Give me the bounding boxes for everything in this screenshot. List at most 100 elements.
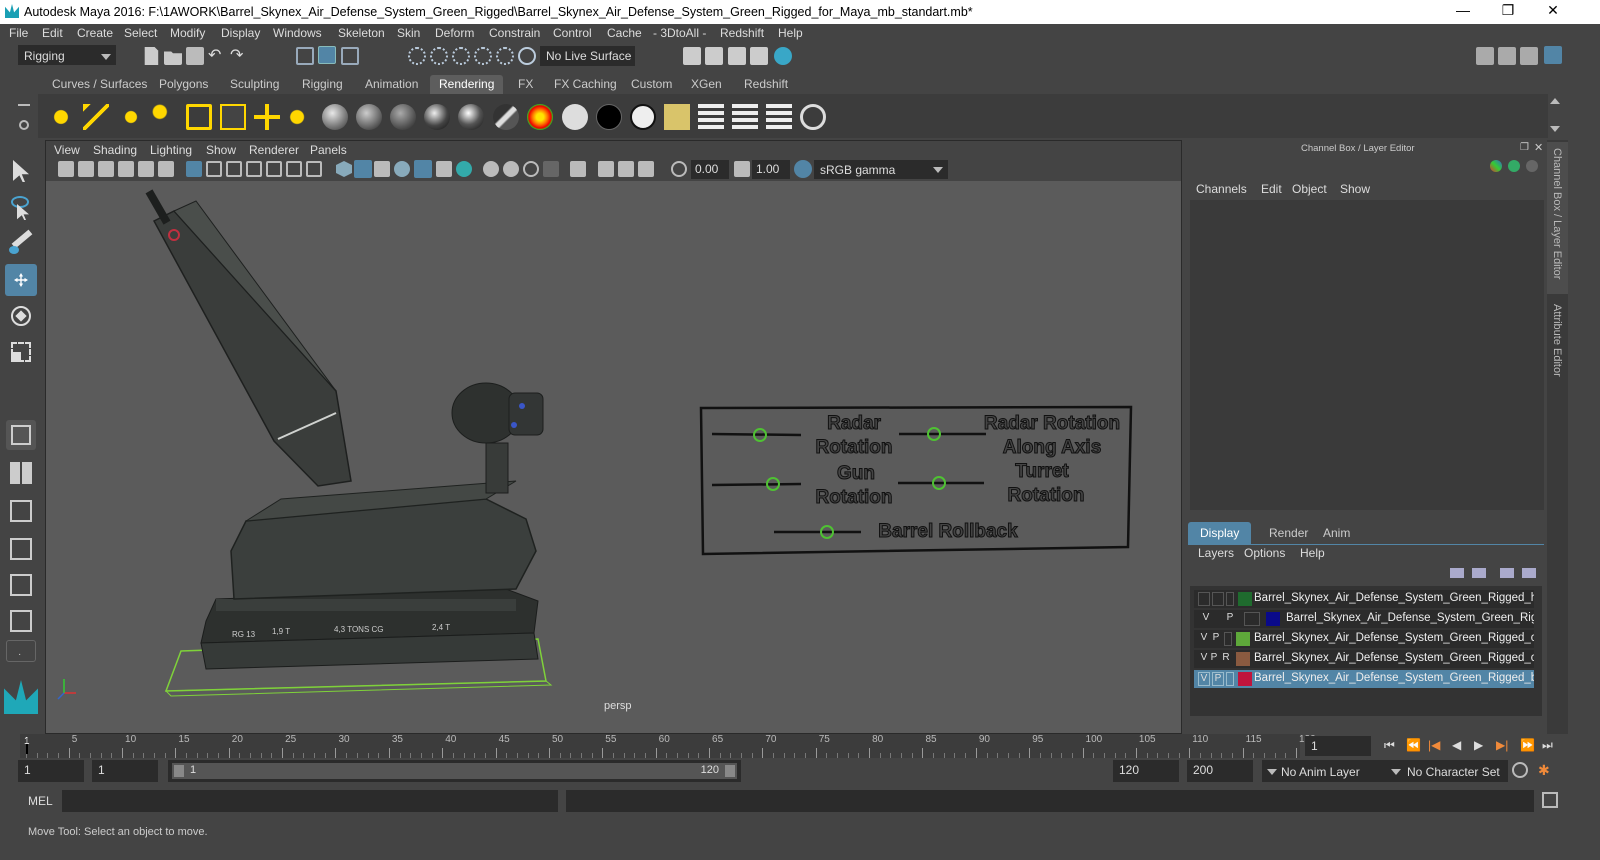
layout-persp-outliner[interactable] [6, 496, 36, 526]
new-layer-icon[interactable] [1500, 568, 1514, 578]
camera-light-icon[interactable] [254, 104, 280, 130]
color-space-dropdown[interactable]: sRGB gamma [814, 160, 948, 179]
hud-icon[interactable] [638, 161, 654, 177]
spot-light-icon[interactable] [152, 104, 178, 130]
layout-persp-graph[interactable] [6, 534, 36, 564]
move-layer-up-icon[interactable] [1450, 568, 1464, 578]
cb-menu-edit[interactable]: Edit [1261, 182, 1282, 196]
shelf-tab-custom[interactable]: Custom [622, 75, 681, 94]
ramp-shader-icon[interactable] [527, 104, 553, 130]
maya-home-icon[interactable] [4, 680, 38, 714]
go-to-start-icon[interactable]: ⏮ [1384, 738, 1395, 753]
minimize-button[interactable]: — [1443, 2, 1483, 22]
select-component-icon[interactable] [341, 47, 359, 65]
phonge-shader-icon[interactable] [458, 104, 484, 130]
cb-menu-object[interactable]: Object [1292, 182, 1327, 196]
layer-visibility-toggle[interactable]: V [1198, 632, 1210, 646]
current-frame-field[interactable]: 1 [1305, 736, 1371, 756]
render-settings-icon[interactable] [683, 47, 701, 65]
screen-space-ao-icon[interactable] [456, 161, 472, 177]
field-chart-icon[interactable] [266, 161, 282, 177]
speed-icon[interactable] [1508, 160, 1520, 172]
layer-type-toggle[interactable] [1226, 592, 1234, 606]
close-button[interactable]: ✕ [1533, 2, 1573, 22]
layer-row[interactable]: V P R Barrel_Skynex_Air_Defense_System_G… [1194, 650, 1534, 668]
menu-deform[interactable]: Deform [435, 26, 474, 40]
character-set-dropdown[interactable]: No Character Set [1386, 760, 1508, 782]
shelf-tab-xgen[interactable]: XGen [682, 75, 731, 94]
shelf-tab-polygons[interactable]: Polygons [150, 75, 217, 94]
mel-label[interactable]: MEL [28, 794, 53, 808]
point-light-icon[interactable] [48, 104, 74, 130]
layer-tab-display[interactable]: Display [1188, 522, 1252, 544]
live-surface-field[interactable]: No Live Surface [540, 46, 635, 66]
layer-color-swatch[interactable] [1236, 632, 1250, 646]
shelf-menu-icon[interactable] [14, 94, 34, 138]
select-hierarchy-icon[interactable] [296, 47, 314, 65]
layer-color-swatch[interactable] [1238, 592, 1252, 606]
modeling-toolkit-icon[interactable] [1476, 47, 1494, 65]
vp-menu-view[interactable]: View [54, 143, 80, 157]
smooth-shade-icon[interactable] [354, 160, 372, 178]
paint-select-tool[interactable] [5, 228, 37, 260]
use-all-lights-icon[interactable] [414, 160, 432, 178]
layer-menu-layers[interactable]: Layers [1198, 546, 1234, 560]
layout-menu[interactable]: · [6, 640, 36, 662]
render-layer-icon[interactable] [698, 104, 724, 130]
shelf-tab-fx[interactable]: FX [509, 75, 542, 94]
render-view-icon[interactable] [750, 47, 768, 65]
snap-surface-icon[interactable] [496, 47, 514, 65]
layered-shader-icon[interactable] [630, 104, 656, 130]
gamma-icon[interactable] [734, 161, 750, 177]
redshift-render-icon[interactable] [774, 47, 792, 65]
film-gate-icon[interactable] [206, 161, 222, 177]
layer-row[interactable]: V P Barrel_Skynex_Air_Defense_System_Gre… [1194, 610, 1534, 628]
safe-action-icon[interactable] [286, 161, 302, 177]
textured-icon[interactable] [394, 161, 410, 177]
command-input[interactable] [62, 790, 558, 812]
phong-shader-icon[interactable] [424, 104, 450, 130]
channel-box-toggle-icon[interactable] [1544, 46, 1562, 64]
snap-point-icon[interactable] [452, 47, 470, 65]
select-tool[interactable] [5, 156, 37, 188]
layer-visibility-toggle[interactable]: V [1200, 612, 1212, 626]
exposure-icon[interactable] [671, 161, 687, 177]
new-layer-selected-icon[interactable] [1522, 568, 1536, 578]
xray-components-icon[interactable] [618, 161, 634, 177]
xray-icon[interactable] [543, 161, 559, 177]
render-pass-icon[interactable] [732, 104, 758, 130]
layer-playback-toggle[interactable]: P [1208, 652, 1220, 666]
motion-blur-icon[interactable] [483, 161, 499, 177]
save-scene-icon[interactable] [186, 47, 204, 65]
layer-type-toggle[interactable] [1224, 632, 1232, 646]
time-ruler[interactable]: 5 10 15 20 25 30 35 40 45 50 55 60 65 70 75 80 85 90 95 100… [20, 734, 1316, 758]
hypershade-icon[interactable] [664, 104, 690, 130]
layer-row[interactable]: Barrel_Skynex_Air_Defense_System_Green_R… [1194, 590, 1534, 608]
select-object-icon[interactable] [318, 46, 336, 64]
shelf-scroll[interactable] [1548, 96, 1562, 136]
default-material-icon[interactable] [374, 161, 390, 177]
new-scene-icon[interactable] [144, 47, 159, 65]
image-plane-icon[interactable] [118, 161, 134, 177]
shadows-icon[interactable] [436, 161, 452, 177]
scene-canvas[interactable]: RG 13 1,9 T 4,3 TONS CG 2,4 T Radar Rota… [46, 181, 1181, 733]
scroll-down-icon[interactable] [1550, 126, 1560, 132]
menu-3dtoall[interactable]: - 3DtoAll - [653, 26, 706, 40]
layer-color-swatch[interactable] [1266, 612, 1280, 626]
script-editor-icon[interactable] [1542, 792, 1558, 808]
layout-four-pane[interactable] [6, 458, 36, 488]
anim-layer-dropdown[interactable]: No Anim Layer [1262, 760, 1400, 782]
snap-grid-icon[interactable] [408, 47, 426, 65]
layout-single-pane[interactable] [6, 420, 36, 450]
menu-select[interactable]: Select [124, 26, 157, 40]
cb-menu-show[interactable]: Show [1340, 182, 1370, 196]
playback-end-field[interactable]: 120 [1113, 760, 1179, 782]
cb-menu-channels[interactable]: Channels [1196, 182, 1247, 196]
scroll-up-icon[interactable] [1550, 98, 1560, 104]
menu-create[interactable]: Create [77, 26, 113, 40]
camera-aim-icon[interactable] [288, 104, 314, 130]
menu-modify[interactable]: Modify [170, 26, 205, 40]
vp-menu-renderer[interactable]: Renderer [249, 143, 299, 157]
start-time-field[interactable]: 1 [18, 760, 84, 782]
auto-key-icon[interactable] [1512, 762, 1528, 778]
